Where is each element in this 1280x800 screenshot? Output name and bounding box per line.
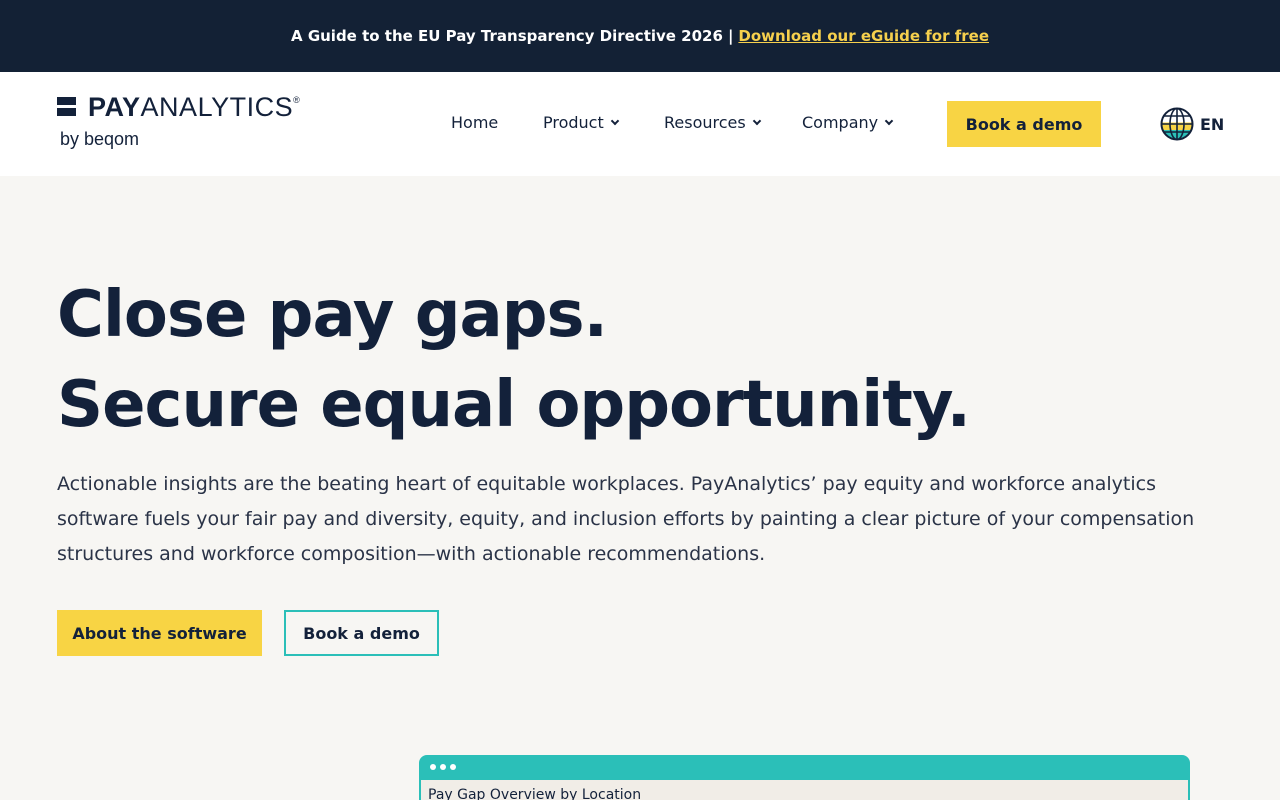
hero-heading-line-1: Close pay gaps. xyxy=(57,278,608,352)
nav-item-label: Company xyxy=(802,113,879,132)
chevron-down-icon xyxy=(884,116,894,125)
hero-description: Actionable insights are the beating hear… xyxy=(57,473,1195,565)
book-demo-secondary-button[interactable]: Book a demo xyxy=(284,610,439,656)
banner-download-link[interactable]: Download our eGuide for free xyxy=(738,27,989,45)
site-header: PAYANALYTICS® by beqom Home Product Reso… xyxy=(0,72,1280,176)
window-dots-icon xyxy=(430,764,460,770)
nav-item-home[interactable]: Home xyxy=(451,113,498,132)
nav-item-label: Product xyxy=(543,113,604,132)
banner-separator: | xyxy=(727,27,734,45)
book-demo-button[interactable]: Book a demo xyxy=(947,101,1101,147)
chevron-down-icon xyxy=(610,116,619,125)
nav-item-company[interactable]: Company xyxy=(802,113,894,132)
dashboard-preview-body: Pay Gap Overview by Location xyxy=(421,780,1188,800)
main-nav: Home Product Resources Company Book a de… xyxy=(0,72,1280,176)
language-selector[interactable]: EN xyxy=(1160,107,1224,141)
hero-heading-line-2: Secure equal opportunity. xyxy=(57,368,971,442)
banner-text: A Guide to the EU Pay Transparency Direc… xyxy=(290,27,723,45)
hero-heading: Close pay gaps. Secure equal opportunity… xyxy=(57,270,971,450)
announcement-banner: A Guide to the EU Pay Transparency Direc… xyxy=(0,0,1280,72)
chevron-down-icon xyxy=(752,116,761,125)
dashboard-preview-window: Pay Gap Overview by Location xyxy=(419,755,1190,800)
nav-item-product[interactable]: Product xyxy=(543,113,619,132)
about-software-button[interactable]: About the software xyxy=(57,610,262,656)
language-label: EN xyxy=(1200,114,1225,134)
globe-icon xyxy=(1160,107,1194,141)
nav-item-resources[interactable]: Resources xyxy=(664,113,761,132)
nav-item-label: Resources xyxy=(664,113,746,132)
nav-item-label: Home xyxy=(451,113,499,132)
dashboard-preview-title: Pay Gap Overview by Location xyxy=(428,787,642,800)
